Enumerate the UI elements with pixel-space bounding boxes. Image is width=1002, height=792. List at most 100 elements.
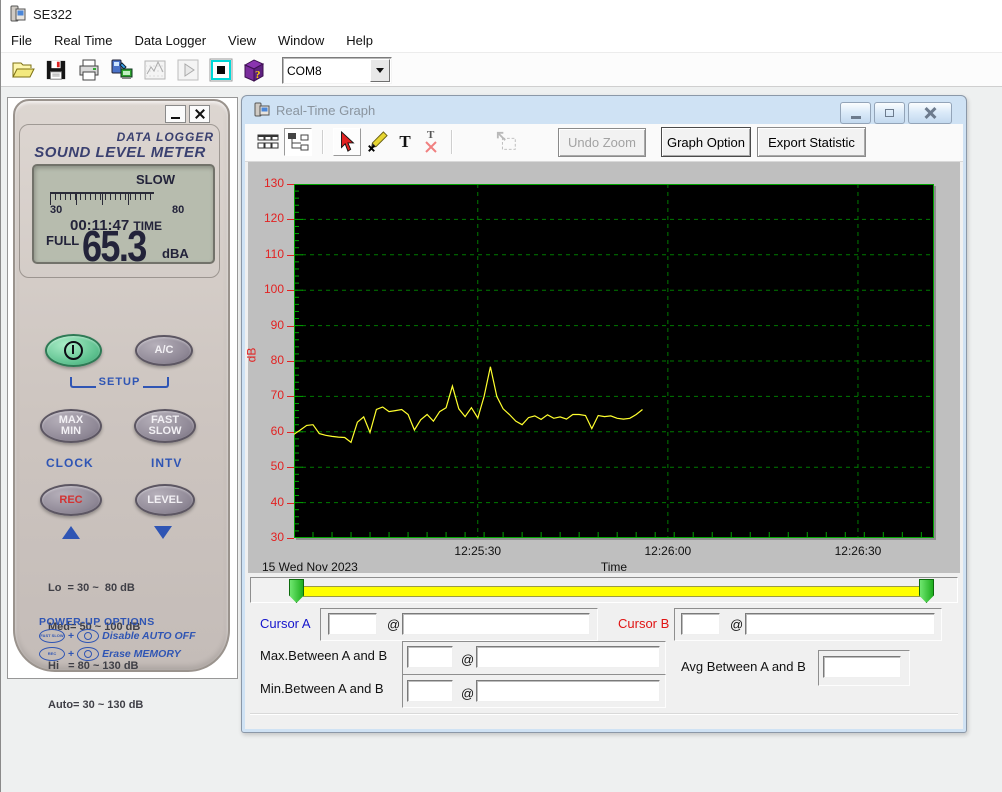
- y-tick-mark: [287, 502, 294, 504]
- slider-track[interactable]: [303, 586, 927, 597]
- cursor-a-label: Cursor A: [260, 616, 311, 631]
- min-time-field[interactable]: [476, 680, 660, 702]
- x-axis-title: Time: [600, 560, 628, 574]
- com-port-dropdown-button[interactable]: [370, 59, 390, 82]
- power-up-option-1: FAST SLOW + Disable AUTO OFF: [39, 629, 196, 643]
- y-tick-label: 100: [263, 282, 284, 297]
- max-min-button[interactable]: MAX MIN: [40, 409, 102, 443]
- cursor-a-time-field[interactable]: [402, 613, 590, 635]
- slider-handle-b[interactable]: [919, 579, 934, 603]
- plot-area[interactable]: [293, 184, 934, 538]
- power-up-option-2: REC + Erase MEMORY: [39, 647, 181, 661]
- menu-real-time[interactable]: Real Time: [54, 33, 113, 48]
- com-port-combobox[interactable]: COM8: [282, 57, 392, 84]
- cursor-a-value-field[interactable]: [328, 613, 377, 635]
- annotation-delete-tool-icon[interactable]: [363, 128, 391, 156]
- print-icon[interactable]: [75, 56, 103, 84]
- pointer-tool-icon[interactable]: [333, 128, 361, 156]
- app-title: SE322: [33, 7, 73, 22]
- cursor-b-group: @: [674, 608, 942, 641]
- at-symbol: @: [461, 652, 475, 667]
- text-tool-icon[interactable]: T: [391, 128, 419, 156]
- lcd-bargraph-scale: [50, 192, 154, 205]
- lcd-scale-min: 30: [50, 204, 63, 216]
- y-tick-label: 70: [270, 388, 284, 403]
- graph-window-close-button[interactable]: [908, 102, 952, 124]
- x-tick-label: 12:25:30: [454, 544, 502, 558]
- application-window: SE322 File Real Time Data Logger View Wi…: [0, 0, 1002, 792]
- min-value-field[interactable]: [407, 680, 453, 702]
- fast-slow-button[interactable]: FAST SLOW: [134, 409, 196, 443]
- menu-file[interactable]: File: [11, 33, 32, 48]
- close-icon: [194, 109, 205, 119]
- power-button[interactable]: [45, 334, 102, 367]
- cursor-b-time-field[interactable]: [745, 613, 935, 635]
- y-tick-label: 50: [270, 459, 284, 474]
- graph-window-restore-button[interactable]: [874, 102, 905, 124]
- export-statistic-button[interactable]: Export Statistic: [757, 127, 866, 157]
- y-tick-mark: [287, 219, 294, 221]
- rec-button[interactable]: REC: [40, 484, 102, 516]
- com-port-value: COM8: [287, 63, 322, 78]
- avg-value-field[interactable]: [823, 656, 901, 678]
- max-between-label: Max.Between A and B: [260, 648, 388, 663]
- download-device-data-icon[interactable]: [108, 56, 136, 84]
- y-tick-label: 110: [264, 246, 284, 261]
- x-axis: 12:25:30 12:26:00 12:26:30: [294, 544, 934, 559]
- y-tick-label: 120: [263, 211, 284, 226]
- cursor-b-value-field[interactable]: [681, 613, 720, 635]
- minimize-icon: [171, 117, 180, 119]
- lcd-reading-value: 65.3: [82, 222, 147, 271]
- max-between-group: @: [402, 641, 666, 675]
- device-window-close-button[interactable]: [189, 105, 210, 123]
- range-auto: Auto= 30 ~ 130 dB: [48, 699, 144, 711]
- y-tick-label: 90: [270, 317, 284, 332]
- graph-window-minimize-button[interactable]: [840, 102, 871, 124]
- y-tick-label: 60: [270, 423, 284, 438]
- down-arrow-icon: [154, 526, 172, 539]
- y-tick-mark: [287, 254, 294, 256]
- power-badge-icon: [77, 647, 100, 661]
- power-up-options-title: POWER-UP OPTIONS: [39, 616, 155, 628]
- x-tick-label: 12:26:00: [644, 544, 692, 558]
- restore-icon: [885, 109, 894, 117]
- open-file-icon[interactable]: [9, 56, 37, 84]
- help-icon[interactable]: ?: [240, 56, 268, 84]
- app-icon: [10, 5, 26, 22]
- lcd-range-indicator: FULL: [46, 233, 80, 248]
- slider-handle-a[interactable]: [289, 579, 304, 603]
- y-tick-mark: [287, 396, 294, 398]
- cursor-a-group: @: [320, 608, 598, 641]
- lcd-scale-max: 80: [172, 204, 185, 216]
- y-tick-mark: [287, 431, 294, 433]
- max-value-field[interactable]: [407, 646, 453, 668]
- device-brand-line2: SOUND LEVEL METER: [34, 144, 206, 161]
- app-titlebar: SE322: [1, 0, 1002, 28]
- panel-divider: [250, 713, 958, 715]
- device-window-minimize-button[interactable]: [165, 105, 186, 123]
- graph-option-button[interactable]: Graph Option: [661, 127, 751, 157]
- intv-label: INTV: [151, 456, 183, 470]
- y-tick-label: 40: [270, 494, 284, 509]
- power-icon: [64, 341, 83, 360]
- graph-icon-disabled: [141, 56, 169, 84]
- menu-view[interactable]: View: [228, 33, 256, 48]
- ac-weighting-button[interactable]: A/C: [135, 335, 193, 366]
- level-button[interactable]: LEVEL: [135, 484, 195, 516]
- stop-icon[interactable]: [207, 56, 235, 84]
- save-icon[interactable]: [42, 56, 70, 84]
- at-symbol: @: [730, 617, 744, 632]
- lcd-mode-indicator: SLOW: [136, 172, 175, 187]
- y-tick-mark: [287, 538, 294, 539]
- at-symbol: @: [387, 617, 401, 632]
- max-time-field[interactable]: [476, 646, 660, 668]
- lcd-display: SLOW 30 80 00:11:47 TIME FULL 65.3 dBA: [32, 164, 215, 271]
- min-between-group: @: [402, 674, 666, 708]
- lcd-reading-unit: dBA: [162, 246, 189, 261]
- menu-window[interactable]: Window: [278, 33, 324, 48]
- chevron-down-icon: [376, 68, 384, 73]
- menu-help[interactable]: Help: [346, 33, 373, 48]
- help-question-glyph: ?: [255, 69, 261, 81]
- text-delete-tool-icon: T: [417, 128, 445, 156]
- menu-data-logger[interactable]: Data Logger: [134, 33, 206, 48]
